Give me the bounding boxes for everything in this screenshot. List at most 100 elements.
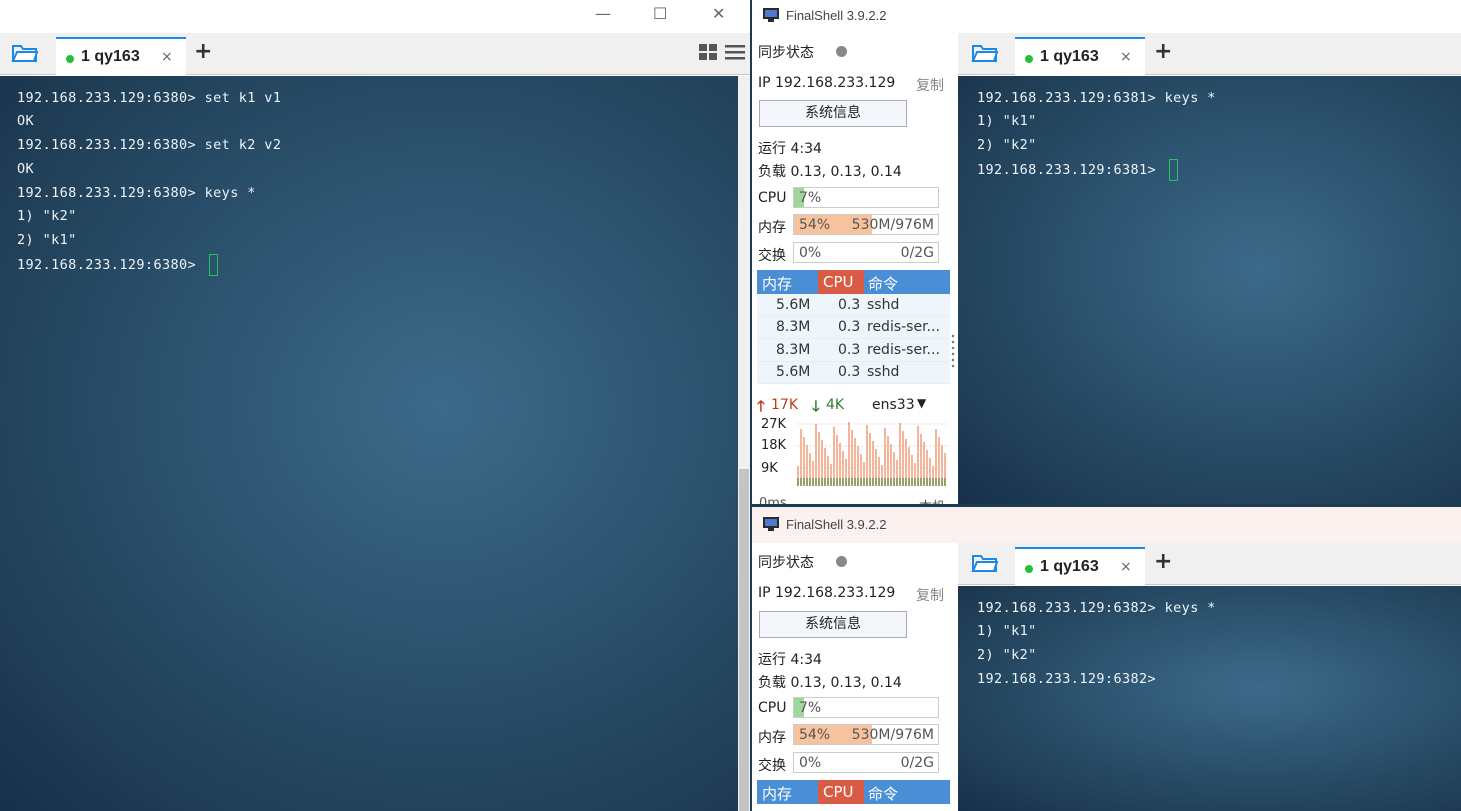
network-interface-select[interactable]: ens33 bbox=[872, 397, 915, 413]
download-traffic-bar bbox=[854, 478, 856, 486]
maximize-button[interactable]: ☐ bbox=[653, 4, 667, 23]
copy-ip-link[interactable]: 复制 bbox=[916, 585, 944, 605]
process-cmd: sshd bbox=[867, 364, 900, 380]
top-titlebar: FinalShell 3.9.2.2 bbox=[752, 0, 1461, 33]
memory-usage-value: 54% bbox=[799, 217, 831, 233]
process-mem: 5.6M bbox=[776, 297, 811, 313]
minimize-button[interactable]: — bbox=[595, 4, 611, 23]
folder-icon[interactable] bbox=[971, 43, 999, 63]
network-traffic-graph bbox=[797, 418, 949, 486]
download-traffic-bar bbox=[872, 478, 874, 486]
left-titlebar: — ☐ ✕ bbox=[0, 0, 750, 33]
memory-label: 内存 bbox=[758, 730, 786, 746]
process-row[interactable]: 5.6M 0.3 sshd bbox=[757, 362, 950, 384]
download-traffic-bar bbox=[851, 478, 853, 486]
connected-status-dot bbox=[1025, 565, 1033, 573]
process-cpu: 0.3 bbox=[838, 364, 861, 380]
process-cmd: redis-ser... bbox=[867, 319, 940, 335]
upload-traffic-bar bbox=[833, 427, 835, 486]
tab-close-icon[interactable]: × bbox=[1120, 49, 1132, 65]
terminal-line: 1) "k1" bbox=[977, 113, 1037, 129]
swap-usage-value: 0% bbox=[799, 755, 822, 771]
swap-usage-bar: 0% 0/2G bbox=[793, 242, 939, 263]
download-traffic-bar bbox=[911, 478, 913, 486]
scrollbar-thumb[interactable] bbox=[739, 469, 749, 811]
download-traffic-bar bbox=[917, 478, 919, 486]
memory-usage-bar: 54% 530M/976M bbox=[793, 214, 939, 235]
cpu-label: CPU bbox=[758, 700, 787, 716]
terminal-line: OK bbox=[17, 113, 35, 129]
add-tab-button[interactable]: + bbox=[1154, 39, 1172, 64]
terminal-line: 1) "k2" bbox=[17, 208, 77, 224]
add-tab-button[interactable]: + bbox=[1154, 549, 1172, 574]
process-row[interactable]: 8.3M 0.3 redis-ser... bbox=[757, 317, 950, 339]
left-tabbar: 1 qy163 × + bbox=[0, 33, 750, 75]
process-row[interactable]: 8.3M 0.3 redis-ser... bbox=[757, 340, 950, 362]
download-traffic-bar bbox=[890, 478, 892, 486]
upload-traffic-bar bbox=[884, 428, 886, 486]
bottom-sidebar: 同步状态 IP 192.168.233.129 复制 系统信息 运行 4:34 … bbox=[752, 543, 956, 811]
swap-usage-value: 0% bbox=[799, 245, 822, 261]
terminal-line: 1) "k1" bbox=[977, 623, 1037, 639]
tab-close-icon[interactable]: × bbox=[161, 49, 173, 65]
tab-session[interactable]: 1 qy163 × bbox=[1015, 37, 1145, 75]
terminal-prompt-line: 192.168.233.129:6382> bbox=[977, 671, 1157, 687]
menu-icon[interactable] bbox=[725, 44, 745, 60]
sync-status-dot bbox=[836, 46, 847, 57]
download-traffic-bar bbox=[869, 478, 871, 486]
download-traffic-bar bbox=[875, 478, 877, 486]
close-button[interactable]: ✕ bbox=[712, 4, 725, 23]
process-mem: 8.3M bbox=[776, 319, 811, 335]
top-tabbar: 1 qy163 × + bbox=[958, 33, 1461, 75]
swap-usage-detail: 0/2G bbox=[900, 245, 934, 261]
process-table-header: 内存 CPU 命令 bbox=[757, 780, 950, 804]
chevron-down-icon[interactable]: ▼ bbox=[917, 396, 926, 410]
col-command[interactable]: 命令 bbox=[868, 783, 898, 804]
bottom-tabbar: 1 qy163 × + bbox=[958, 543, 1461, 585]
process-row[interactable]: 5.6M 0.3 sshd bbox=[757, 295, 950, 317]
system-info-button[interactable]: 系统信息 bbox=[759, 100, 907, 127]
sync-status-dot bbox=[836, 556, 847, 567]
download-traffic-bar bbox=[881, 478, 883, 486]
tab-close-icon[interactable]: × bbox=[1120, 559, 1132, 575]
process-cmd: redis-ser... bbox=[867, 342, 940, 358]
ip-address: IP 192.168.233.129 bbox=[758, 75, 896, 91]
col-command[interactable]: 命令 bbox=[868, 273, 898, 294]
download-traffic-bar bbox=[902, 478, 904, 486]
splitter-handle[interactable] bbox=[951, 333, 955, 369]
process-cpu: 0.3 bbox=[838, 342, 861, 358]
download-traffic-bar bbox=[833, 478, 835, 486]
terminal-panel-6380[interactable]: 192.168.233.129:6380> set k1 v1 OK 192.1… bbox=[0, 76, 738, 811]
net-tick: 27K bbox=[761, 417, 787, 432]
memory-usage-value: 54% bbox=[799, 727, 831, 743]
add-tab-button[interactable]: + bbox=[194, 39, 212, 64]
folder-icon[interactable] bbox=[11, 43, 39, 63]
tab-session[interactable]: 1 qy163 × bbox=[56, 37, 186, 75]
col-cpu[interactable]: CPU bbox=[818, 780, 864, 804]
copy-ip-link[interactable]: 复制 bbox=[916, 75, 944, 95]
col-memory[interactable]: 内存 bbox=[762, 783, 792, 804]
process-table-header: 内存 CPU 命令 bbox=[757, 270, 950, 294]
cpu-usage-bar: 7% bbox=[793, 187, 939, 208]
terminal-panel-6381[interactable]: 192.168.233.129:6381> keys * 1) "k1" 2) … bbox=[958, 76, 1461, 504]
upload-traffic-bar bbox=[902, 431, 904, 486]
download-traffic-bar bbox=[926, 478, 928, 486]
upload-traffic-bar bbox=[800, 429, 802, 486]
terminal-scrollbar[interactable] bbox=[738, 76, 750, 811]
sync-status-label: 同步状态 bbox=[758, 555, 814, 571]
system-info-button[interactable]: 系统信息 bbox=[759, 611, 907, 638]
upload-traffic-bar bbox=[899, 423, 901, 486]
terminal-prompt: 192.168.233.129:6381> bbox=[977, 162, 1165, 178]
terminal-prompt-line: 192.168.233.129:6380> bbox=[17, 254, 218, 276]
download-traffic-bar bbox=[914, 478, 916, 486]
folder-icon[interactable] bbox=[971, 553, 999, 573]
tab-session[interactable]: 1 qy163 × bbox=[1015, 547, 1145, 585]
terminal-cursor bbox=[208, 254, 218, 276]
col-cpu[interactable]: CPU bbox=[818, 270, 864, 294]
swap-label: 交换 bbox=[758, 248, 786, 264]
terminal-panel-6382[interactable]: 192.168.233.129:6382> keys * 1) "k1" 2) … bbox=[958, 586, 1461, 811]
top-right-window: FinalShell 3.9.2.2 同步状态 IP 192.168.233.1… bbox=[752, 0, 1461, 504]
grid-layout-icon[interactable] bbox=[698, 43, 718, 61]
col-memory[interactable]: 内存 bbox=[762, 273, 792, 294]
upload-speed: 17K bbox=[771, 397, 798, 413]
